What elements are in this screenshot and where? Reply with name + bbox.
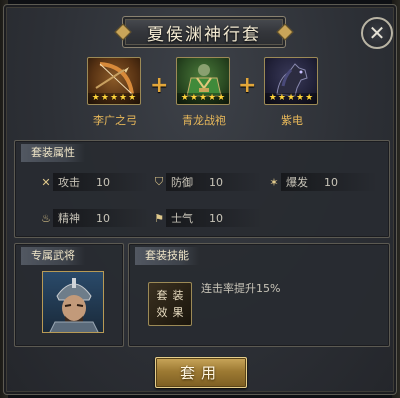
plus-icon: + [238,73,257,98]
attack-icon: ✕ [41,175,51,189]
star-rating: ★ ★ ★ ★ ★ [88,93,140,104]
attr-label: 精神 [58,212,80,225]
attr-morale: ⚑ 士气 10 [152,209,262,227]
set-effect-icon: 套装 效果 [148,282,192,326]
spirit-icon: ♨ [41,211,51,225]
attr-value: 10 [96,175,110,189]
close-icon: ✕ [368,21,386,45]
set-skill-description: 连击率提升15% [201,282,281,295]
armor-frame: ★ ★ ★ ★ ★ [176,57,230,105]
set-attributes-panel: 套装属性 ✕ 攻击 10 ⛉ 防御 10 ✶ 爆发 10 ♨ 精神 10 ⚑ 士… [14,140,390,238]
exclusive-general-panel: 专属武将 [14,243,124,347]
attr-value: 10 [324,175,338,189]
set-item-name: 青龙战袍 [182,114,226,127]
burst-icon: ✶ [269,175,279,189]
attr-attack: ✕ 攻击 10 [39,173,149,191]
set-items-row: ★ ★ ★ ★ ★ 李广之弓 + ★ ★ ★ ★ ★ 青龙战袍 + ★ ★ ★ … [4,57,398,137]
horse-frame: ★ ★ ★ ★ ★ [264,57,318,105]
set-item-horse[interactable]: ★ ★ ★ ★ ★ 紫电 [264,57,320,128]
plus-icon: + [150,73,169,98]
dialog-title: 夏侯渊神行套 [147,24,261,45]
attr-label: 防御 [171,176,193,189]
attr-label: 攻击 [58,176,80,189]
set-skill-header: 套装技能 [135,247,199,265]
morale-icon: ⚑ [154,211,164,225]
attr-spirit: ♨ 精神 10 [39,209,149,227]
attr-value: 10 [209,175,223,189]
exclusive-general-header: 专属武将 [21,247,85,265]
general-portrait-icon [49,278,99,332]
close-button[interactable]: ✕ [361,17,393,49]
attr-value: 10 [96,211,110,225]
set-item-bow[interactable]: ★ ★ ★ ★ ★ 李广之弓 [87,57,143,128]
title-plate: 夏侯渊神行套 [122,16,286,48]
set-item-name: 李广之弓 [93,114,137,127]
apply-button-label: 套用 [179,364,222,382]
defense-icon: ⛉ [154,175,164,188]
set-item-name: 紫电 [281,114,303,127]
attr-burst: ✶ 爆发 10 [267,173,377,191]
bow-frame: ★ ★ ★ ★ ★ [87,57,141,105]
apply-button[interactable]: 套用 [155,357,247,388]
attr-label: 士气 [171,212,193,225]
star-rating: ★ ★ ★ ★ ★ [177,93,229,104]
set-skill-panel: 套装技能 套装 效果 连击率提升15% [128,243,390,347]
attr-label: 爆发 [286,176,308,189]
general-portrait[interactable] [42,271,104,333]
star-rating: ★ ★ ★ ★ ★ [265,93,317,104]
attr-value: 10 [209,211,223,225]
set-detail-dialog: 夏侯渊神行套 ✕ ★ ★ ★ ★ ★ 李广之弓 + ★ ★ ★ ★ ★ 青龙战袍… [3,4,397,395]
set-item-armor[interactable]: ★ ★ ★ ★ ★ 青龙战袍 [176,57,232,128]
attr-defense: ⛉ 防御 10 [152,173,262,191]
set-attributes-header: 套装属性 [21,144,85,162]
